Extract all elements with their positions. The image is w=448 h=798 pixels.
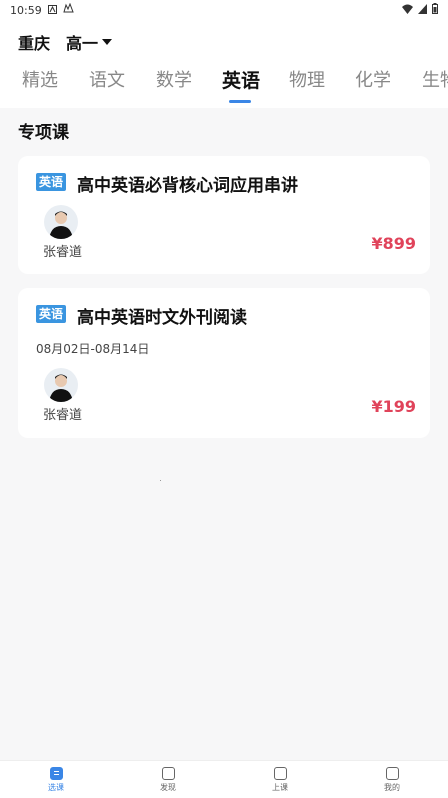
teacher-avatar	[44, 368, 78, 402]
city-selector[interactable]: 重庆	[18, 30, 50, 54]
bottom-nav: 选课 发现 上课 我的	[0, 760, 448, 798]
course-price: ¥899	[371, 234, 416, 253]
section-title: 专项课	[18, 123, 69, 143]
subject-tabs: 精选 语文 数学 英语 物理 化学 生物	[0, 68, 448, 104]
course-title: 高中英语时文外刊阅读	[77, 308, 247, 328]
course-icon	[49, 766, 63, 780]
location-row: 重庆 高一	[18, 30, 113, 54]
nav-label: 我的	[384, 782, 400, 792]
tab-huaxue[interactable]: 化学	[355, 68, 391, 94]
nav-item-profile[interactable]: 我的	[336, 761, 448, 798]
nav-item-course[interactable]: 选课	[0, 761, 112, 798]
active-tab-indicator	[229, 100, 251, 103]
app-notification-icon	[63, 2, 74, 17]
profile-icon	[385, 766, 399, 780]
teacher-name: 张睿道	[43, 408, 83, 423]
course-date: 08月02日-08月14日	[36, 342, 150, 356]
discover-icon	[161, 766, 175, 780]
top-bar: 重庆 高一 精选 语文 数学 英语 物理 化学 生物	[0, 20, 448, 108]
notification-icon	[47, 4, 57, 17]
nav-label: 选课	[48, 782, 64, 792]
chevron-down-icon	[102, 39, 113, 45]
course-card[interactable]: 英语 高中英语时文外刊阅读 08月02日-08月14日 张睿道 ¥199	[18, 288, 430, 438]
course-card[interactable]: 英语 高中英语必背核心词应用串讲 张睿道 ¥899	[18, 156, 430, 274]
tab-shuxue[interactable]: 数学	[156, 68, 192, 94]
status-bar: 10:59	[0, 0, 448, 20]
course-price: ¥199	[371, 397, 416, 416]
tab-yuwen[interactable]: 语文	[89, 68, 125, 94]
battery-icon	[432, 3, 438, 17]
tab-shengwu[interactable]: 生物	[422, 68, 448, 94]
tab-jingxuan[interactable]: 精选	[22, 68, 58, 94]
grade-selector[interactable]: 高一	[66, 30, 113, 54]
nav-label: 上课	[272, 782, 288, 792]
teacher-name: 张睿道	[43, 245, 83, 260]
course-title: 高中英语必背核心词应用串讲	[77, 176, 298, 196]
divider-dot	[160, 480, 161, 481]
status-time: 10:59	[10, 3, 42, 17]
nav-item-discover[interactable]: 发现	[112, 761, 224, 798]
subject-tag: 英语	[36, 305, 67, 323]
tab-wuli[interactable]: 物理	[289, 68, 325, 94]
wifi-icon	[402, 4, 413, 17]
nav-label: 发现	[160, 782, 176, 792]
nav-item-class[interactable]: 上课	[224, 761, 336, 798]
class-icon	[273, 766, 287, 780]
signal-icon	[418, 3, 427, 17]
teacher-avatar	[44, 205, 78, 239]
subject-tag: 英语	[36, 173, 67, 191]
grade-label: 高一	[66, 34, 99, 53]
tab-yingyu[interactable]: 英语	[222, 68, 260, 94]
